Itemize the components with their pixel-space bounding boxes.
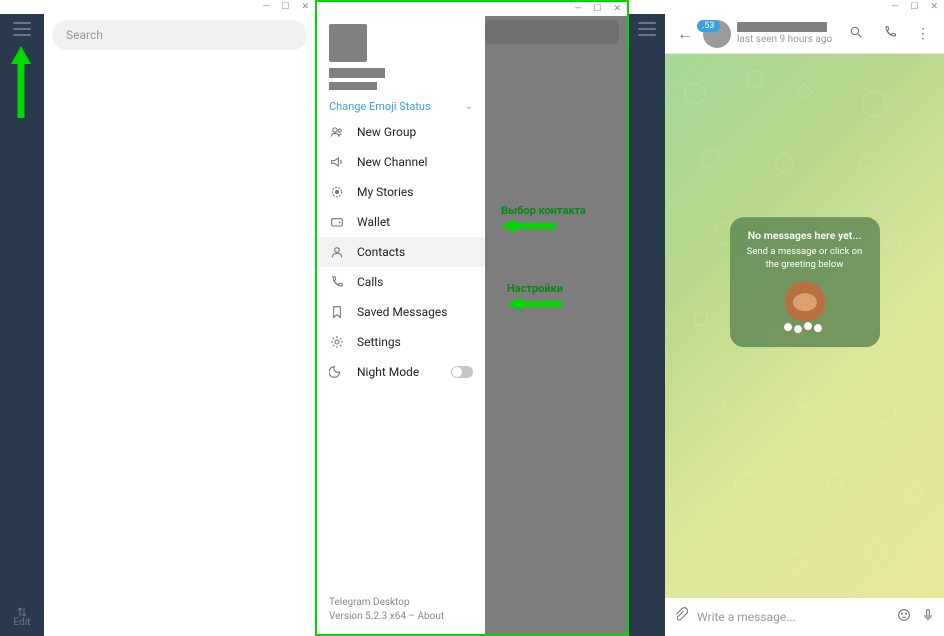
back-icon[interactable]: ← [673, 24, 697, 44]
close-button[interactable] [930, 3, 938, 12]
right-sidebar-rail [629, 14, 665, 636]
chat-area: No messages here yet... Send a message o… [665, 54, 944, 598]
minimize-button[interactable] [262, 3, 269, 12]
search-placeholder: Search [66, 28, 103, 42]
night-mode-toggle[interactable] [451, 366, 473, 378]
bookmark-icon [329, 304, 345, 320]
left-window: Edit Search [0, 0, 315, 636]
footer-app-name: Telegram Desktop [329, 596, 473, 610]
calls-icon [329, 274, 345, 290]
empty-subtitle: Send a message or click on the greeting … [746, 247, 864, 272]
left-sidebar: Edit [0, 14, 44, 636]
menu-calls[interactable]: Calls [317, 267, 485, 297]
titlebar [0, 0, 315, 14]
menu-hamburger-icon[interactable] [13, 22, 31, 36]
menu-label: My Stories [357, 185, 413, 199]
maximize-button[interactable] [593, 5, 601, 14]
maximize-button[interactable] [910, 3, 918, 12]
annotation-arrow-left-icon [507, 297, 563, 311]
search-icon[interactable] [842, 24, 870, 44]
contact-name-redacted [737, 22, 827, 32]
empty-title: No messages here yet... [746, 230, 864, 243]
minimize-button[interactable] [891, 3, 898, 12]
close-button[interactable] [613, 5, 621, 14]
minimize-button[interactable] [574, 5, 581, 14]
menu-label: Settings [357, 335, 401, 349]
close-button[interactable] [301, 3, 309, 12]
search-input[interactable]: Search [52, 20, 307, 50]
settings-icon [329, 334, 345, 350]
change-emoji-status-link[interactable]: Change Emoji Status [329, 100, 431, 113]
menu-my-stories[interactable]: My Stories [317, 177, 485, 207]
menu-night-mode[interactable]: Night Mode [317, 357, 485, 387]
contact-info[interactable]: last seen 9 hours ago [737, 22, 836, 45]
profile-section [317, 16, 485, 96]
annotation-contacts: Выбор контакта [501, 204, 586, 233]
menu-label: Saved Messages [357, 305, 447, 319]
middle-window: Change Emoji Status ⌄ New Group New Chan… [315, 0, 629, 636]
annotation-arrow-left-icon [501, 219, 557, 233]
menu-new-channel[interactable]: New Channel [317, 147, 485, 177]
more-icon[interactable]: ⋮ [910, 26, 936, 42]
profile-avatar[interactable] [329, 24, 367, 62]
menu-wallet[interactable]: Wallet [317, 207, 485, 237]
titlebar [317, 2, 627, 16]
right-window: ← .53 last seen 9 hours ago ⋮ [629, 0, 944, 636]
menu-label: Night Mode [357, 365, 419, 379]
annotation-settings: Настройки [507, 282, 563, 311]
channel-icon [329, 154, 345, 170]
last-seen-label: last seen 9 hours ago [737, 34, 836, 45]
menu-hamburger-icon[interactable] [638, 22, 656, 36]
menu-saved-messages[interactable]: Saved Messages [317, 297, 485, 327]
annotation-arrow-up [13, 46, 29, 118]
menu-new-group[interactable]: New Group [317, 117, 485, 147]
message-input[interactable] [697, 610, 888, 624]
greeting-sticker[interactable] [778, 279, 832, 333]
message-input-bar [665, 598, 944, 636]
menu-footer: Telegram Desktop Version 5.2.3 x64 – Abo… [317, 588, 485, 634]
menu-label: Contacts [357, 245, 405, 259]
menu-settings[interactable]: Settings [317, 327, 485, 357]
wallet-icon [329, 214, 345, 230]
attach-icon[interactable] [673, 607, 689, 627]
contacts-icon [329, 244, 345, 260]
menu-label: New Group [357, 125, 416, 139]
titlebar [629, 0, 944, 14]
profile-phone-redacted [329, 82, 377, 90]
maximize-button[interactable] [281, 3, 289, 12]
voice-icon[interactable] [920, 607, 936, 627]
profile-name-redacted [329, 68, 385, 78]
unread-badge: .53 [697, 20, 720, 32]
footer-version[interactable]: Version 5.2.3 x64 – About [329, 610, 473, 624]
chat-header: ← .53 last seen 9 hours ago ⋮ [665, 14, 944, 54]
call-icon[interactable] [876, 24, 904, 44]
overlay-search-bar [485, 20, 619, 44]
stories-icon [329, 184, 345, 200]
sliders-icon [14, 605, 30, 615]
menu-label: Calls [357, 275, 383, 289]
empty-chat-bubble[interactable]: No messages here yet... Send a message o… [730, 218, 880, 348]
edit-button[interactable]: Edit [0, 605, 44, 628]
menu-contacts[interactable]: Contacts [317, 237, 485, 267]
menu-label: Wallet [357, 215, 390, 229]
group-icon [329, 124, 345, 140]
dimmed-overlay[interactable]: Выбор контакта Настройки [485, 16, 627, 634]
night-icon [329, 364, 345, 380]
emoji-icon[interactable] [896, 607, 912, 627]
chevron-down-icon[interactable]: ⌄ [465, 101, 473, 112]
main-menu-drawer: Change Emoji Status ⌄ New Group New Chan… [317, 16, 485, 634]
menu-label: New Channel [357, 155, 427, 169]
